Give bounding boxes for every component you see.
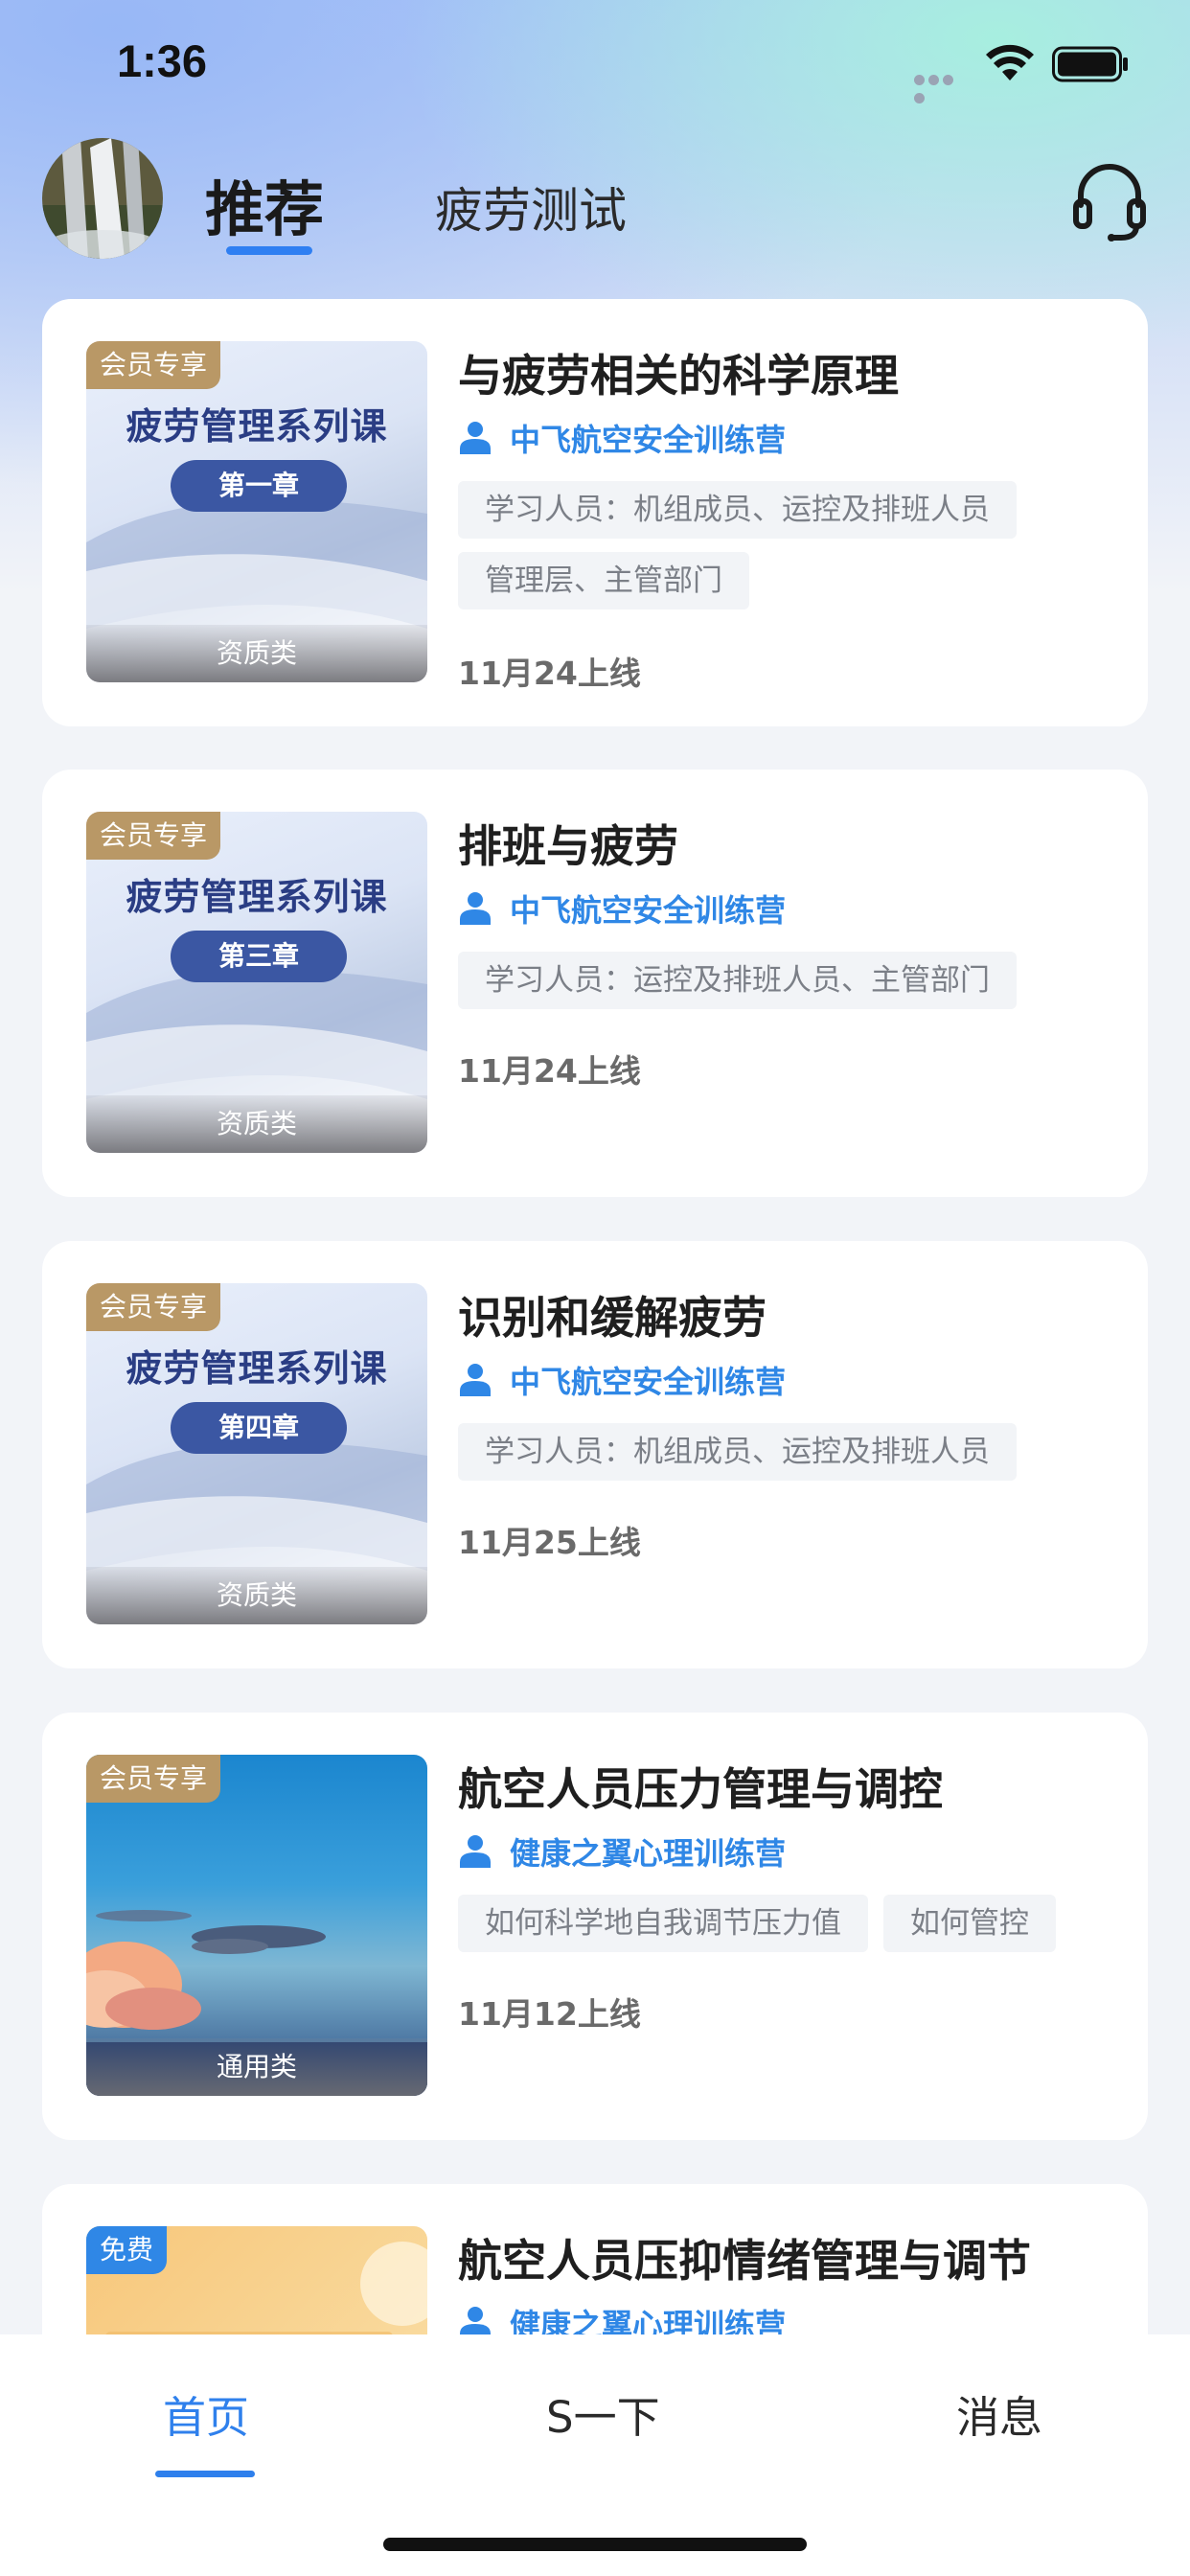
course-card[interactable]: 会员专享 通用类 航空人员压力管理与调控 健康之翼心理训练营 如何科学地自我调节… xyxy=(42,1713,1148,2140)
course-card[interactable]: 会员专享 疲劳管理系列课 第三章 资质类 排班与疲劳 中飞航空安全训练营 学习人… xyxy=(42,770,1148,1197)
avatar-image xyxy=(42,138,163,259)
course-title: 航空人员压力管理与调控 xyxy=(458,1763,943,1815)
cellular-signal-icon xyxy=(914,71,970,104)
thumbnail-chapter: 第三章 xyxy=(171,931,347,982)
member-badge: 会员专享 xyxy=(86,341,221,389)
course-title: 与疲劳相关的科学原理 xyxy=(458,350,899,402)
thumbnail-category: 资质类 xyxy=(86,625,427,682)
member-badge: 会员专享 xyxy=(86,1755,221,1803)
tag-list: 学习人员：机组成员、运控及排班人员 xyxy=(458,1423,1119,1494)
thumbnail-category: 资质类 xyxy=(86,1095,427,1153)
course-thumbnail: 会员专享 疲劳管理系列课 第四章 资质类 xyxy=(86,1283,427,1624)
tag: 学习人员：机组成员、运控及排班人员 xyxy=(458,1423,1017,1481)
tag-list: 学习人员：运控及排班人员、主管部门 xyxy=(458,952,1119,1023)
avatar[interactable] xyxy=(42,138,163,259)
nav-s-yixia[interactable]: S一下 xyxy=(546,2382,660,2445)
thumbnail-chapter: 第一章 xyxy=(171,460,347,512)
release-date: 11月12上线 xyxy=(458,1995,641,2033)
course-card[interactable]: 会员专享 疲劳管理系列课 第四章 资质类 识别和缓解疲劳 中飞航空安全训练营 学… xyxy=(42,1241,1148,1668)
person-icon xyxy=(460,892,491,925)
thumbnail-title: 疲劳管理系列课 xyxy=(126,1347,388,1390)
thumbnail-title: 疲劳管理系列课 xyxy=(126,876,388,918)
home-indicator xyxy=(383,2538,807,2551)
person-icon xyxy=(460,1364,491,1396)
course-title: 排班与疲劳 xyxy=(458,820,678,872)
thumbnail-category: 通用类 xyxy=(86,2038,427,2096)
tab-recommend[interactable]: 推荐 xyxy=(205,161,324,247)
tag-list: 如何科学地自我调节压力值 如何管控 xyxy=(458,1895,1119,1966)
release-date: 11月24上线 xyxy=(458,655,641,692)
member-badge: 会员专享 xyxy=(86,1283,221,1331)
person-icon xyxy=(460,1835,491,1868)
course-thumbnail: 会员专享 通用类 xyxy=(86,1755,427,2096)
status-bar: 1:36 xyxy=(0,0,1190,126)
thumbnail-chapter: 第四章 xyxy=(171,1402,347,1454)
thumbnail-title: 疲劳管理系列课 xyxy=(126,405,388,448)
member-badge: 会员专享 xyxy=(86,812,221,860)
course-title: 识别和缓解疲劳 xyxy=(458,1292,767,1344)
tag: 学习人员：机组成员、运控及排班人员 xyxy=(458,481,1017,539)
bottom-nav: 首页 S一下 消息 xyxy=(0,2334,1190,2576)
active-tab-indicator xyxy=(226,246,312,255)
headset-icon[interactable] xyxy=(1073,163,1146,243)
active-nav-indicator xyxy=(155,2471,255,2477)
tag: 管理层、主管部门 xyxy=(458,552,749,610)
wifi-icon xyxy=(986,44,1034,80)
tag: 学习人员：运控及排班人员、主管部门 xyxy=(458,952,1017,1009)
thumbnail-category: 资质类 xyxy=(86,1567,427,1624)
release-date: 11月24上线 xyxy=(458,1052,641,1090)
course-card[interactable]: 会员专享 疲劳管理系列课 第一章 资质类 与疲劳相关的科学原理 中飞航空安全训练… xyxy=(42,299,1148,726)
author-name: 健康之翼心理训练营 xyxy=(510,1835,787,1872)
person-icon xyxy=(460,422,491,454)
tab-fatigue-test[interactable]: 疲劳测试 xyxy=(435,172,627,242)
course-thumbnail: 会员专享 疲劳管理系列课 第三章 资质类 xyxy=(86,812,427,1153)
status-time: 1:36 xyxy=(117,35,208,86)
nav-home[interactable]: 首页 xyxy=(163,2382,249,2445)
course-thumbnail: 会员专享 疲劳管理系列课 第一章 资质类 xyxy=(86,341,427,682)
course-title: 航空人员压抑情绪管理与调节 xyxy=(458,2235,1031,2287)
battery-icon xyxy=(1052,46,1128,82)
author-name: 中飞航空安全训练营 xyxy=(510,422,787,458)
free-badge: 免费 xyxy=(86,2226,168,2274)
author-name: 中飞航空安全训练营 xyxy=(510,892,787,929)
tag-list: 学习人员：机组成员、运控及排班人员管理层、主管部门 xyxy=(458,481,1119,623)
tag: 如何科学地自我调节压力值 xyxy=(458,1895,868,1952)
header: 推荐 疲劳测试 xyxy=(0,134,1190,268)
nav-messages[interactable]: 消息 xyxy=(956,2382,1042,2445)
author-name: 中飞航空安全训练营 xyxy=(510,1364,787,1400)
release-date: 11月25上线 xyxy=(458,1524,641,1561)
tag: 如何管控 xyxy=(883,1895,1056,1952)
